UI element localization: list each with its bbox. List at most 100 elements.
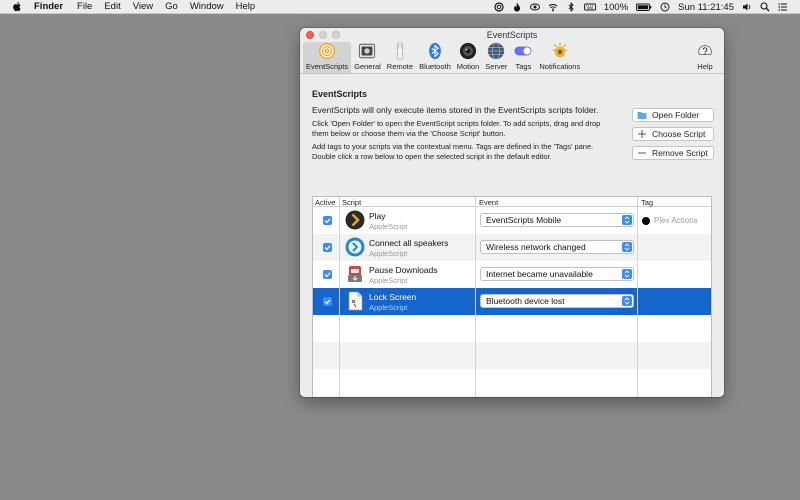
- table-row-selected[interactable]: Lock Screen AppleScript Bluetooth device…: [313, 288, 711, 315]
- battery-percent: 100%: [603, 1, 629, 13]
- checkmark-icon: [324, 245, 331, 251]
- general-switch-icon: [359, 43, 376, 59]
- menu-edit[interactable]: Edit: [104, 1, 120, 12]
- menu-help[interactable]: Help: [236, 1, 256, 12]
- tag-name: Plex Actions: [654, 216, 698, 225]
- description-open-folder: Click 'Open Folder' to open the EventScr…: [312, 119, 601, 138]
- empty-row: [313, 369, 711, 396]
- eventscripts-window: EventScripts EventScripts General Remote…: [300, 28, 724, 397]
- popup-arrows-icon: [622, 296, 632, 306]
- server-globe-icon: [488, 42, 505, 60]
- tab-server[interactable]: Server: [482, 42, 510, 73]
- download-robot-icon: [348, 266, 362, 282]
- active-checkbox[interactable]: [323, 216, 332, 225]
- tab-remote[interactable]: Remote: [384, 42, 416, 73]
- eventscripts-icon: [318, 42, 336, 60]
- tag-color-dot: [642, 216, 650, 225]
- flame-icon[interactable]: [512, 2, 522, 12]
- menubar-clock[interactable]: Sun 11:21:45: [678, 2, 734, 13]
- tab-remote-label: Remote: [386, 62, 414, 71]
- tab-eventscripts-label: EventScripts: [306, 62, 349, 71]
- motion-camera-icon: [459, 42, 477, 60]
- script-name: Pause Downloads: [369, 265, 438, 275]
- remote-icon: [396, 42, 403, 60]
- active-checkbox[interactable]: [323, 297, 332, 306]
- spotlight-search-icon[interactable]: [760, 2, 770, 12]
- column-divider: [475, 197, 476, 397]
- table-row[interactable]: Play AppleScript EventScripts Mobile Ple…: [313, 207, 711, 234]
- folder-icon: [637, 112, 647, 119]
- table-row[interactable]: Connect all speakers AppleScript Wireles…: [313, 234, 711, 261]
- event-select[interactable]: Wireless network changed: [480, 240, 634, 254]
- tab-motion[interactable]: Motion: [454, 42, 483, 73]
- column-header-active[interactable]: Active: [315, 198, 335, 207]
- time-machine-icon[interactable]: [660, 2, 670, 12]
- open-folder-label: Open Folder: [652, 110, 700, 120]
- tag-label[interactable]: Plex Actions: [642, 216, 698, 225]
- tab-bluetooth[interactable]: Bluetooth: [416, 42, 454, 73]
- remove-script-button[interactable]: Remove Script: [632, 146, 714, 160]
- empty-row: [313, 315, 711, 342]
- script-type: AppleScript: [369, 222, 408, 231]
- column-divider: [339, 197, 340, 397]
- column-header-script[interactable]: Script: [342, 198, 361, 207]
- menu-view[interactable]: View: [133, 1, 153, 12]
- table-row[interactable]: Pause Downloads AppleScript Internet bec…: [313, 261, 711, 288]
- wifi-icon[interactable]: [548, 2, 558, 12]
- preferences-toolbar: EventScripts General Remote Bluetooth Mo…: [300, 42, 724, 74]
- choose-script-button[interactable]: Choose Script: [632, 127, 714, 141]
- minus-icon: [638, 152, 646, 154]
- open-folder-button[interactable]: Open Folder: [632, 108, 714, 122]
- server-status-icon[interactable]: [529, 2, 540, 12]
- battery-icon[interactable]: [636, 2, 652, 12]
- checkmark-icon: [324, 299, 331, 305]
- event-select-value: Wireless network changed: [486, 242, 586, 252]
- active-checkbox[interactable]: [323, 270, 332, 279]
- tab-general-label: General: [354, 62, 381, 71]
- tab-tags-label: Tags: [515, 62, 532, 71]
- event-select[interactable]: EventScripts Mobile: [480, 213, 634, 227]
- tab-eventscripts[interactable]: EventScripts: [303, 42, 352, 73]
- keyboard-icon[interactable]: [583, 2, 596, 12]
- popup-arrows-icon: [622, 215, 632, 225]
- tab-bluetooth-label: Bluetooth: [419, 62, 451, 71]
- remove-script-label: Remove Script: [652, 148, 708, 158]
- script-type: AppleScript: [369, 249, 408, 258]
- checkmark-icon: [324, 218, 331, 224]
- script-name: Lock Screen: [369, 292, 417, 302]
- bluetooth-menubar-icon[interactable]: [566, 2, 576, 12]
- bluetooth-icon: [429, 42, 441, 60]
- checkmark-icon: [324, 272, 331, 278]
- tab-server-label: Server: [485, 62, 508, 71]
- eventscripts-status-icon[interactable]: [494, 2, 504, 12]
- volume-icon[interactable]: [742, 2, 752, 12]
- menu-window[interactable]: Window: [190, 1, 224, 12]
- tags-toggle-icon: [514, 46, 532, 56]
- column-header-tag[interactable]: Tag: [641, 198, 653, 207]
- active-checkbox[interactable]: [323, 243, 332, 252]
- popup-arrows-icon: [622, 269, 632, 279]
- tab-general[interactable]: General: [351, 42, 384, 73]
- tab-notifications-label: Notifications: [539, 62, 581, 71]
- tab-motion-label: Motion: [456, 62, 480, 71]
- help-button[interactable]: Help: [692, 42, 718, 73]
- menu-go[interactable]: Go: [165, 1, 178, 12]
- menu-bar: Finder File Edit View Go Window Help 100…: [0, 0, 800, 14]
- section-title: EventScripts: [312, 89, 368, 99]
- help-label: Help: [697, 62, 713, 71]
- window-titlebar[interactable]: EventScripts: [300, 28, 724, 42]
- menu-finder[interactable]: Finder: [34, 1, 63, 12]
- description-tags: Add tags to your scripts via the context…: [312, 142, 594, 161]
- tab-notifications[interactable]: Notifications: [536, 42, 583, 73]
- notification-center-icon[interactable]: [778, 2, 788, 12]
- scripts-table[interactable]: Active Script Event Tag Play AppleScript…: [312, 196, 712, 397]
- notifications-icon: [552, 42, 567, 58]
- event-select[interactable]: Bluetooth device lost: [480, 294, 634, 308]
- help-lifebuoy-icon: [698, 45, 712, 56]
- tab-tags[interactable]: Tags: [510, 42, 536, 73]
- script-name: Play: [369, 211, 386, 221]
- event-select[interactable]: Internet became unavailable: [480, 267, 634, 281]
- menu-file[interactable]: File: [77, 1, 92, 12]
- column-header-event[interactable]: Event: [479, 198, 498, 207]
- apple-menu-icon[interactable]: [12, 1, 22, 12]
